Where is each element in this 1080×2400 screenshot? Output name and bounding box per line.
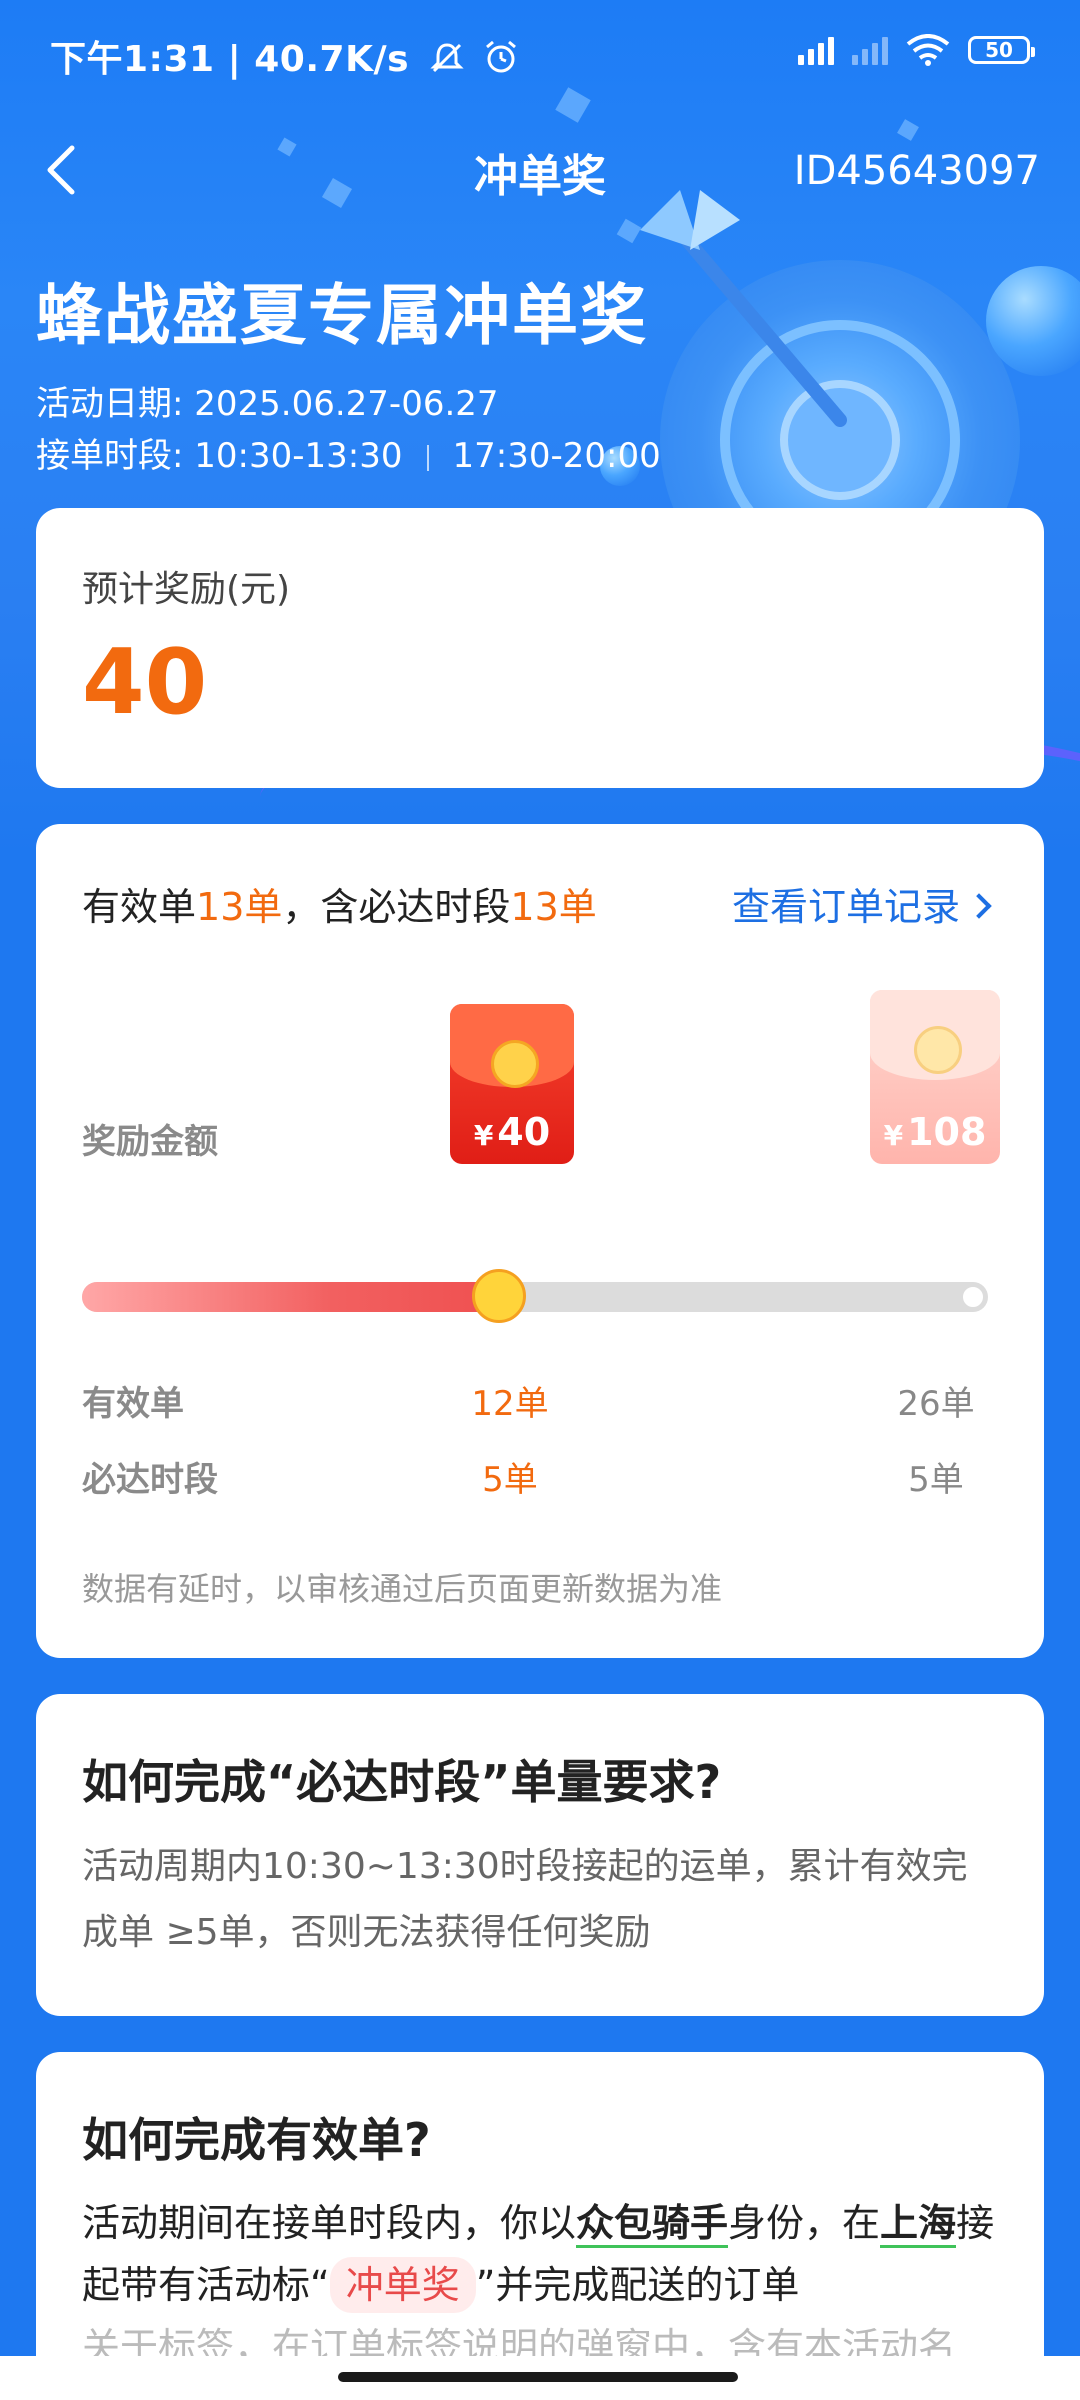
valid-order-faq-body: 活动期间在接单时段内，你以众包骑手身份，在上海接起带有活动标“ 冲单奖 ”并完成配送… bbox=[82, 2192, 1004, 2378]
activity-date-label: 活动日期: bbox=[36, 384, 195, 424]
activity-date: 活动日期: 2025.06.27-06.27 bbox=[36, 376, 499, 425]
summary-middle: ，含必达时段 bbox=[282, 885, 511, 929]
order-slots-label: 接单时段: bbox=[36, 436, 195, 476]
red-envelope-tier-1[interactable]: ¥40 bbox=[450, 1004, 574, 1164]
signal-no-service-icon bbox=[852, 35, 888, 65]
campaign-tag-chip: 冲单奖 bbox=[329, 2257, 476, 2313]
tier-1-must-requirement: 5单 bbox=[482, 1460, 538, 1500]
valid-order-faq-card: 如何完成有效单? 活动期间在接单时段内，你以众包骑手身份，在上海接起带有活动标“… bbox=[36, 2052, 1044, 2392]
dart-icon bbox=[640, 190, 847, 427]
data-delay-note: 数据有延时，以审核通过后页面更新数据为准 bbox=[82, 1570, 723, 1608]
must-slot-count: 13单 bbox=[510, 885, 597, 929]
progress-summary: 有效单13单，含必达时段13单 bbox=[82, 876, 597, 931]
progress-knob bbox=[471, 1269, 526, 1323]
coin-icon bbox=[914, 1026, 962, 1074]
rider-id: ID45643097 bbox=[793, 148, 1040, 194]
estimated-reward-value: 40 bbox=[82, 630, 208, 735]
estimated-reward-card: 预计奖励(元) 40 bbox=[36, 508, 1044, 788]
tier-2-amount-value: 108 bbox=[907, 1110, 987, 1154]
tier-1-amount-value: 40 bbox=[497, 1110, 551, 1154]
mute-bell-icon bbox=[430, 43, 464, 73]
progress-card: 有效单13单，含必达时段13单 查看订单记录 奖励金额 ¥40 ¥108 有效单… bbox=[36, 824, 1044, 1658]
confetti-decoration bbox=[616, 218, 642, 244]
city-highlight: 上海 bbox=[880, 2201, 957, 2248]
order-slots: 接单时段: 10:30-13:30 17:30-20:00 bbox=[36, 428, 661, 477]
tier-1-amount: ¥40 bbox=[450, 1110, 574, 1154]
activity-date-value: 2025.06.27-06.27 bbox=[194, 384, 499, 424]
valid-order-count: 13单 bbox=[196, 885, 283, 929]
must-slot-faq-title: 如何完成“必达时段”单量要求? bbox=[82, 1755, 722, 1809]
battery-icon: 50 bbox=[968, 36, 1035, 64]
status-time: 下午1:31 | 40.7K/s bbox=[50, 30, 519, 82]
tier-1-valid-requirement: 12单 bbox=[471, 1384, 549, 1424]
must-slot-faq-card: 如何完成“必达时段”单量要求? 活动周期内10:30~13:30时段接起的运单，… bbox=[36, 1694, 1044, 2016]
rider-role-highlight: 众包骑手 bbox=[576, 2201, 729, 2248]
slot-divider bbox=[426, 444, 429, 471]
status-time-text: 下午1:31 | 40.7K/s bbox=[50, 39, 410, 80]
view-order-records-label: 查看订单记录 bbox=[731, 885, 960, 929]
must-slot-faq-body: 活动周期内10:30~13:30时段接起的运单，累计有效完成单 ≥5单，否则无法… bbox=[82, 1846, 968, 1953]
tier-2-valid-requirement: 26单 bbox=[897, 1384, 975, 1424]
faq2-text-1: 活动期间在接单时段内，你以 bbox=[82, 2201, 577, 2245]
valid-order-faq-title: 如何完成有效单? bbox=[82, 2113, 431, 2167]
status-icons: 50 bbox=[798, 34, 1035, 66]
battery-level: 50 bbox=[985, 38, 1013, 62]
progress-track bbox=[82, 1269, 988, 1323]
estimated-reward-label: 预计奖励(元) bbox=[82, 569, 291, 610]
alarm-clock-icon bbox=[486, 40, 517, 73]
tier-1-currency: ¥ bbox=[473, 1119, 494, 1152]
tier-2-currency: ¥ bbox=[883, 1119, 904, 1152]
view-order-records-link[interactable]: 查看订单记录 bbox=[731, 876, 992, 931]
summary-prefix: 有效单 bbox=[82, 885, 197, 929]
home-indicator[interactable] bbox=[338, 2372, 738, 2382]
progress-fill bbox=[82, 1282, 499, 1312]
signal-hd-icon bbox=[798, 35, 834, 65]
red-envelope-tier-2[interactable]: ¥108 bbox=[870, 990, 1000, 1164]
faq2-text-4: ”并完成配送的订单 bbox=[475, 2263, 800, 2307]
must-slot-row-label: 必达时段 bbox=[82, 1460, 218, 1500]
order-slot-1: 10:30-13:30 bbox=[194, 436, 403, 476]
campaign-title: 蜂战盛夏专属冲单奖 bbox=[36, 277, 648, 354]
confetti-decoration bbox=[897, 119, 919, 141]
tier-2-amount: ¥108 bbox=[870, 1110, 1000, 1154]
valid-orders-row-label: 有效单 bbox=[82, 1384, 184, 1424]
order-slot-2: 17:30-20:00 bbox=[452, 436, 661, 476]
chevron-right-icon bbox=[966, 892, 992, 919]
progress-end-dot bbox=[960, 1284, 986, 1310]
faq2-text-2: 身份，在 bbox=[728, 2201, 881, 2245]
tier-2-must-requirement: 5单 bbox=[908, 1460, 964, 1500]
wifi-icon bbox=[906, 34, 950, 66]
coin-icon bbox=[491, 1040, 539, 1088]
reward-amount-label: 奖励金额 bbox=[82, 1122, 218, 1162]
status-bar: 下午1:31 | 40.7K/s 50 bbox=[0, 0, 1080, 108]
